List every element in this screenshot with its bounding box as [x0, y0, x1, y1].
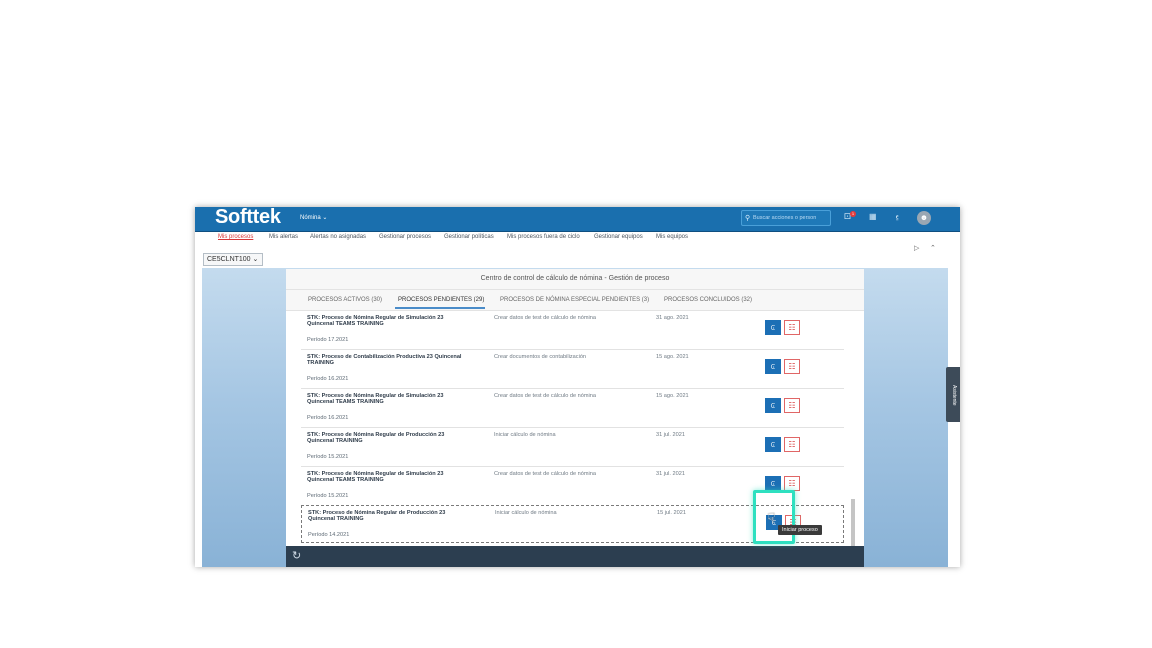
process-period: Período 14.2021	[308, 532, 350, 538]
process-step: Crear datos de test de cálculo de nómina	[494, 393, 596, 399]
nav-bar: Mis procesos Mis alertas Alertas no asig…	[195, 232, 960, 244]
play-icon: ⪽	[770, 401, 776, 410]
start-process-button[interactable]: ⪽	[765, 320, 781, 335]
nav-item-mis-procesos[interactable]: Mis procesos	[218, 234, 253, 240]
nav-item-gestionar-politicas[interactable]: Gestionar políticas	[444, 234, 494, 240]
start-process-button[interactable]: ⪽	[765, 398, 781, 413]
process-title: STK: Proceso de Nómina Regular de Simula…	[307, 315, 444, 328]
notification-badge: 1	[850, 211, 856, 217]
play-icon: ⪽	[770, 440, 776, 449]
shell-bar: Softtek Nómina ⌄ ⚲ ⚀ 1 ▦ ⍷ ☻	[195, 207, 960, 232]
trash-icon: ☷	[788, 440, 796, 449]
nav-item-gestionar-equipos[interactable]: Gestionar equipos	[594, 234, 643, 240]
process-row[interactable]: STK: Proceso de Contabilización Producti…	[301, 350, 844, 389]
process-title: STK: Proceso de Nómina Regular de Produc…	[308, 510, 446, 523]
delete-process-button[interactable]: ☷	[784, 359, 800, 374]
play-icon: ⪽	[770, 479, 776, 488]
tab-procesos-concluidos[interactable]: PROCESOS CONCLUIDOS (32)	[664, 297, 752, 303]
process-date: 31 ago. 2021	[656, 315, 689, 321]
process-title: STK: Proceso de Contabilización Producti…	[307, 354, 462, 367]
client-select[interactable]: CE5CLNT100 ⌄	[203, 253, 263, 266]
process-step: Iniciar cálculo de nómina	[494, 432, 556, 438]
assistant-label: Asistente	[951, 385, 957, 406]
active-tab-indicator	[395, 307, 485, 309]
search-box[interactable]: ⚲	[741, 210, 831, 226]
refresh-icon[interactable]: ↻	[292, 549, 301, 562]
bell-icon[interactable]: ⍷	[895, 212, 900, 222]
app-window: Softtek Nómina ⌄ ⚲ ⚀ 1 ▦ ⍷ ☻ Mis proceso…	[195, 207, 960, 567]
play-icon: ⪽	[770, 362, 776, 371]
process-date: 31 jul. 2021	[656, 471, 685, 477]
nav-item-alertas-no-asignadas[interactable]: Alertas no asignadas	[310, 234, 366, 240]
play-icon: ⪽	[770, 323, 776, 332]
assistant-tab[interactable]: Asistente	[946, 367, 960, 422]
avatar[interactable]: ☻	[917, 211, 931, 225]
softtek-logo[interactable]: Softtek	[215, 207, 281, 229]
nav-item-mis-equipos[interactable]: Mis equipos	[656, 234, 688, 240]
delete-process-button[interactable]: ☷	[784, 320, 800, 335]
nav-item-fuera-de-ciclo[interactable]: Mis procesos fuera de ciclo	[507, 234, 580, 240]
process-title: STK: Proceso de Nómina Regular de Simula…	[307, 393, 444, 406]
process-step: Crear documentos de contabilización	[494, 354, 587, 360]
process-period: Período 15.2021	[307, 454, 349, 460]
process-period: Período 17.2021	[307, 337, 349, 343]
tab-procesos-activos[interactable]: PROCESOS ACTIVOS (30)	[308, 297, 382, 303]
delete-process-button[interactable]: ☷	[784, 437, 800, 452]
search-icon: ⚲	[745, 215, 751, 222]
process-row[interactable]: STK: Proceso de Nómina Regular de Simula…	[301, 389, 844, 428]
nav-item-gestionar-procesos[interactable]: Gestionar procesos	[379, 234, 431, 240]
panel-title: Centro de control de cálculo de nómina -…	[286, 269, 864, 290]
trash-icon: ☷	[788, 479, 796, 488]
start-process-button[interactable]: ⪽	[765, 476, 781, 491]
process-row[interactable]: STK: Proceso de Nómina Regular de Produc…	[301, 428, 844, 467]
search-input[interactable]	[753, 212, 829, 224]
hand-cursor-icon: ☟	[767, 510, 776, 526]
process-period: Período 16.2021	[307, 376, 349, 382]
process-date: 15 ago. 2021	[656, 354, 689, 360]
nav-item-mis-alertas[interactable]: Mis alertas	[269, 234, 298, 240]
trash-icon: ☷	[788, 323, 796, 332]
start-process-button[interactable]: ⪽	[765, 359, 781, 374]
tab-nomina-especial[interactable]: PROCESOS DE NÓMINA ESPECIAL PENDIENTES (…	[500, 297, 649, 303]
grid-icon[interactable]: ▦	[869, 212, 877, 221]
delete-process-button[interactable]: ☷	[784, 398, 800, 413]
delete-process-button[interactable]: ☷	[784, 476, 800, 491]
expand-icon[interactable]: ▷	[914, 244, 919, 252]
trash-icon: ☷	[788, 401, 796, 410]
panel-footer: ↻	[286, 546, 864, 567]
trash-icon: ☷	[788, 362, 796, 371]
process-step: Iniciar cálculo de nómina	[495, 510, 557, 516]
process-row[interactable]: STK: Proceso de Nómina Regular de Simula…	[301, 311, 844, 350]
tab-procesos-pendientes[interactable]: PROCESOS PENDIENTES (29)	[398, 297, 484, 303]
process-date: 31 jul. 2021	[656, 432, 685, 438]
process-period: Período 15.2021	[307, 493, 349, 499]
start-process-button[interactable]: ⪽	[765, 437, 781, 452]
process-step: Crear datos de test de cálculo de nómina	[494, 471, 596, 477]
process-date: 15 jul. 2021	[657, 510, 686, 516]
process-title: STK: Proceso de Nómina Regular de Produc…	[307, 432, 445, 445]
collapse-icon[interactable]: ⌃	[930, 244, 936, 252]
process-date: 15 ago. 2021	[656, 393, 689, 399]
process-period: Período 16.2021	[307, 415, 349, 421]
tooltip: Iniciar proceso	[778, 525, 822, 535]
tab-bar: PROCESOS ACTIVOS (30) PROCESOS PENDIENTE…	[286, 290, 864, 311]
process-step: Crear datos de test de cálculo de nómina	[494, 315, 596, 321]
process-title: STK: Proceso de Nómina Regular de Simula…	[307, 471, 444, 484]
app-menu[interactable]: Nómina ⌄	[300, 214, 327, 221]
